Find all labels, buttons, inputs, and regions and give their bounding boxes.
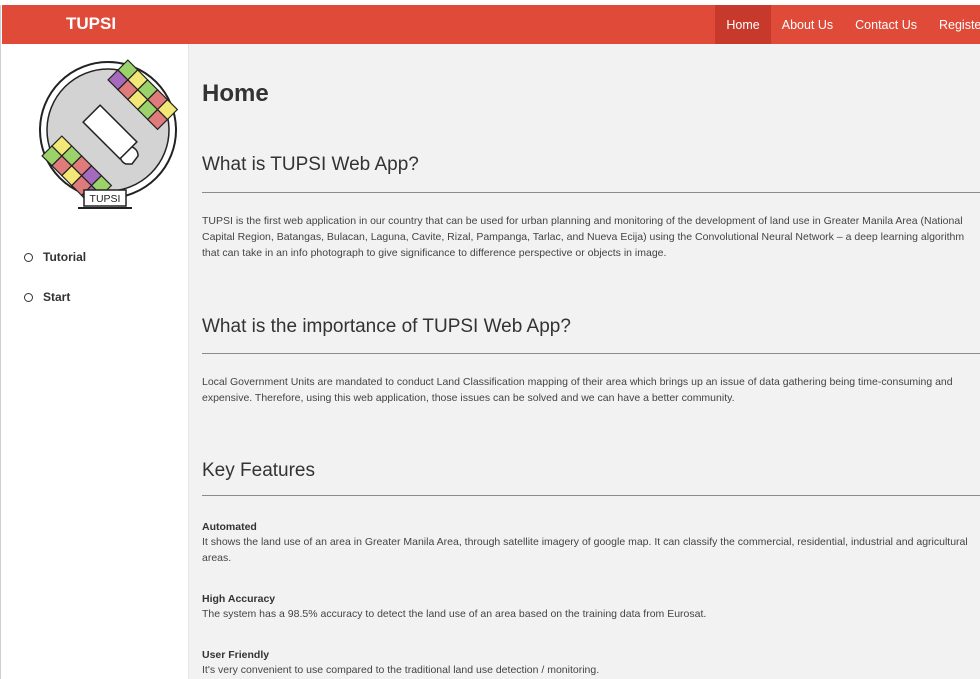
nav-contact-us[interactable]: Contact Us <box>844 5 928 44</box>
feature-title-automated: Automated <box>202 521 257 533</box>
feature-desc-automated: It shows the land use of an area in Grea… <box>202 536 968 564</box>
section-text-what-is: TUPSI is the first web application in ou… <box>202 215 965 259</box>
sidebar-item-label: Start <box>43 290 71 304</box>
top-navbar: TUPSI Home About Us Contact Us Registe <box>2 5 980 44</box>
section-heading-importance: What is the importance of TUPSI Web App? <box>202 316 571 337</box>
sidebar-item-start[interactable]: Start <box>24 290 70 304</box>
divider <box>202 192 980 193</box>
brand-logo-text[interactable]: TUPSI <box>66 5 116 44</box>
sidebar-item-label: Tutorial <box>43 250 87 264</box>
section-heading-what-is: What is TUPSI Web App? <box>202 154 419 175</box>
section-heading-key-features: Key Features <box>202 460 315 481</box>
radio-circle-icon <box>24 252 33 262</box>
feature-desc-user-friendly: It's very convenient to use compared to … <box>202 664 600 676</box>
divider <box>202 353 980 354</box>
main-content: Home What is TUPSI Web App? TUPSI is the… <box>189 44 980 679</box>
nav-about-us[interactable]: About Us <box>771 5 844 44</box>
sidebar-item-tutorial[interactable]: Tutorial <box>24 250 86 264</box>
feature-desc-high-accuracy: The system has a 98.5% accuracy to detec… <box>202 608 707 620</box>
browser-frame: TUPSI Home About Us Contact Us Registe T… <box>0 5 980 679</box>
feature-title-user-friendly: User Friendly <box>202 649 270 661</box>
divider <box>202 495 980 496</box>
logo-text: TUPSI <box>90 193 121 205</box>
nav-home[interactable]: Home <box>715 5 771 44</box>
page-title: Home <box>202 80 269 107</box>
radio-circle-icon <box>24 292 33 302</box>
section-text-importance: Local Government Units are mandated to c… <box>202 376 953 404</box>
sidebar: TUPSI Tutorial Start <box>2 44 189 679</box>
nav-register[interactable]: Registe <box>928 5 980 44</box>
feature-title-high-accuracy: High Accuracy <box>202 593 276 605</box>
satellite-icon: TUPSI <box>39 59 179 209</box>
nav-menu: Home About Us Contact Us Registe <box>715 5 980 44</box>
